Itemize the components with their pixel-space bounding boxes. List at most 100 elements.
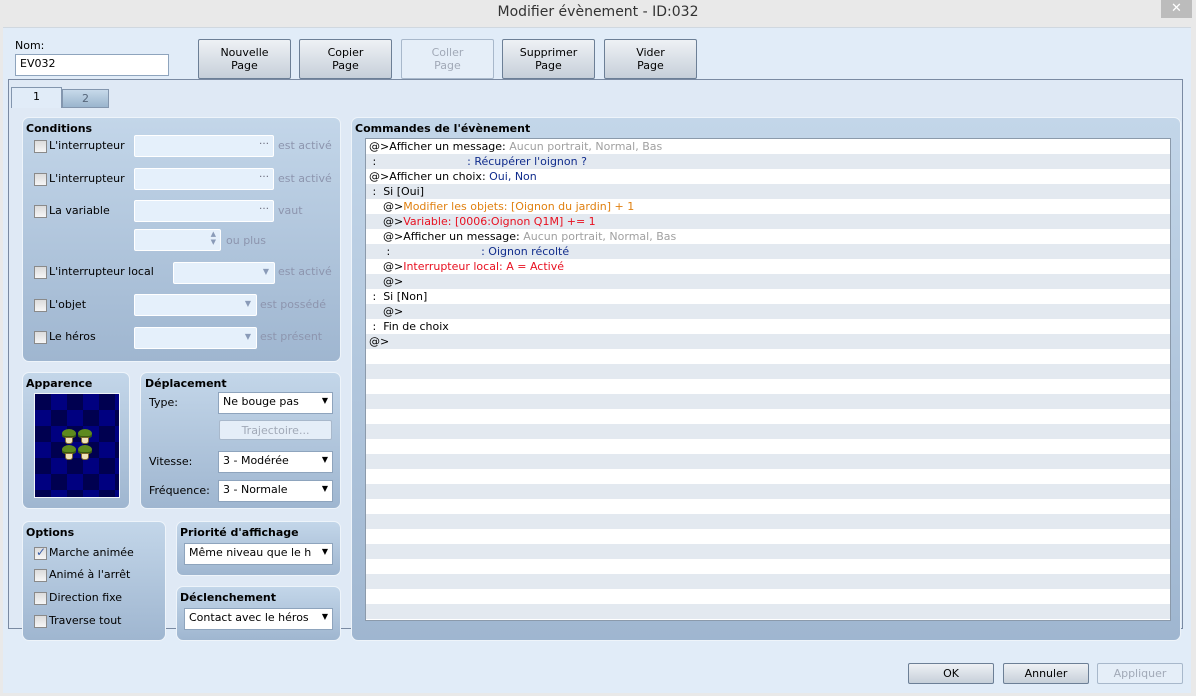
dropdown-arrow-icon: ▼	[262, 267, 269, 276]
self-switch-checkbox[interactable]	[34, 266, 47, 279]
variable-amount-spinner[interactable]: ▲ ▼	[134, 229, 221, 251]
command-segment: @>Afficher un message:	[369, 230, 524, 243]
spin-arrows-icon: ▲ ▼	[210, 230, 216, 246]
appearance-sprite[interactable]	[34, 393, 120, 498]
walking-anim-checkbox[interactable]	[34, 545, 47, 560]
command-segment: @>	[369, 335, 390, 348]
command-segment: : Oignon récolté	[481, 245, 570, 258]
command-row[interactable]: @>Afficher un choix: Oui, Non	[366, 169, 1170, 184]
empty-row[interactable]	[366, 589, 1170, 604]
apply-button[interactable]: Appliquer	[1097, 663, 1183, 684]
trigger-select[interactable]: Contact avec le héros ▼	[184, 608, 333, 630]
switch1-checkbox[interactable]	[34, 140, 47, 153]
delete-page-button[interactable]: Supprimer Page	[502, 39, 595, 79]
command-row[interactable]: @>Variable: [0006:Oignon Q1M] += 1	[366, 214, 1170, 229]
empty-row[interactable]	[366, 424, 1170, 439]
priority-select[interactable]: Même niveau que le h ▼	[184, 543, 333, 565]
empty-row[interactable]	[366, 349, 1170, 364]
item-checkbox[interactable]	[34, 299, 47, 312]
switch2-field[interactable]: …	[134, 168, 274, 190]
command-row[interactable]: @>Afficher un message: Aucun portrait, N…	[366, 139, 1170, 154]
switch2-checkbox[interactable]	[34, 173, 47, 186]
route-button[interactable]: Trajectoire...	[219, 420, 332, 440]
movement-type-value: Ne bouge pas	[223, 395, 299, 408]
actor-checkbox[interactable]	[34, 331, 47, 344]
command-row[interactable]: : Si [Oui]	[366, 184, 1170, 199]
variable-label: La variable	[49, 204, 110, 217]
empty-row[interactable]	[366, 529, 1170, 544]
browse-icon: …	[259, 169, 269, 180]
clear-page-label-2: Page	[637, 59, 664, 72]
command-segment: : Si [Non]	[369, 290, 428, 303]
empty-row[interactable]	[366, 379, 1170, 394]
self-switch-label: L'interrupteur local	[49, 265, 154, 278]
empty-row[interactable]	[366, 484, 1170, 499]
apply-label: Appliquer	[1113, 667, 1167, 680]
dropdown-arrow-icon: ▼	[321, 547, 328, 556]
dropdown-arrow-icon: ▼	[321, 455, 328, 464]
command-segment: : Si [Oui]	[369, 185, 424, 198]
dropdown-arrow-icon: ▼	[321, 612, 328, 621]
empty-row[interactable]	[366, 454, 1170, 469]
name-input[interactable]: EV032	[15, 54, 169, 76]
cancel-button[interactable]: Annuler	[1003, 663, 1089, 684]
empty-row[interactable]	[366, 544, 1170, 559]
command-row[interactable]: @>Afficher un message: Aucun portrait, N…	[366, 229, 1170, 244]
empty-row[interactable]	[366, 604, 1170, 619]
command-segment: @>	[369, 215, 404, 228]
movement-speed-select[interactable]: 3 - Modérée ▼	[218, 451, 333, 473]
tab-page-1[interactable]: 1	[11, 87, 62, 108]
command-segment: Aucun portrait, Normal, Bas	[523, 230, 677, 243]
dropdown-arrow-icon: ▼	[244, 299, 251, 308]
through-checkbox[interactable]	[34, 615, 47, 628]
tab-page-2[interactable]: 2	[62, 89, 109, 108]
commands-title: Commandes de l'évènement	[355, 122, 531, 135]
clear-page-button[interactable]: Vider Page	[604, 39, 697, 79]
copy-page-button[interactable]: Copier Page	[299, 39, 392, 79]
item-select[interactable]: ▼	[134, 294, 257, 316]
command-row[interactable]: @>Modifier les objets: [Oignon du jardin…	[366, 199, 1170, 214]
command-segment: :	[369, 155, 468, 168]
window-title: Modifier évènement - ID:032	[497, 4, 699, 20]
switch1-field[interactable]: …	[134, 135, 274, 157]
actor-select[interactable]: ▼	[134, 327, 257, 349]
command-segment: @>	[369, 260, 404, 273]
new-page-label-2: Page	[231, 59, 258, 72]
command-row[interactable]: : : Récupérer l'oignon ?	[366, 154, 1170, 169]
paste-page-label-2: Page	[434, 59, 461, 72]
close-button[interactable]: ✕	[1161, 0, 1192, 18]
empty-row[interactable]	[366, 574, 1170, 589]
self-switch-select[interactable]: ▼	[173, 262, 275, 284]
appearance-title: Apparence	[26, 377, 93, 390]
variable-checkbox[interactable]	[34, 205, 47, 218]
variable-field[interactable]: …	[134, 200, 274, 222]
ok-button[interactable]: OK	[908, 663, 994, 684]
command-row[interactable]: : : Oignon récolté	[366, 244, 1170, 259]
empty-row[interactable]	[366, 364, 1170, 379]
stepping-anim-label: Animé à l'arrêt	[49, 568, 131, 581]
movement-type-select[interactable]: Ne bouge pas ▼	[218, 392, 333, 414]
empty-row[interactable]	[366, 514, 1170, 529]
empty-row[interactable]	[366, 559, 1170, 574]
direction-fix-checkbox[interactable]	[34, 592, 47, 605]
command-row[interactable]: : Fin de choix	[366, 319, 1170, 334]
movement-title: Déplacement	[145, 377, 227, 390]
movement-freq-select[interactable]: 3 - Normale ▼	[218, 480, 333, 502]
empty-row[interactable]	[366, 394, 1170, 409]
command-row[interactable]: @>	[366, 274, 1170, 289]
new-page-button[interactable]: Nouvelle Page	[198, 39, 291, 79]
command-row[interactable]: @>	[366, 304, 1170, 319]
variable-amount-hint: ou plus	[226, 234, 266, 247]
paste-page-button[interactable]: Coller Page	[401, 39, 494, 79]
empty-row[interactable]	[366, 499, 1170, 514]
command-row[interactable]: @>Interrupteur local: A = Activé	[366, 259, 1170, 274]
command-row[interactable]: @>	[366, 334, 1170, 349]
command-list[interactable]: @>Afficher un message: Aucun portrait, N…	[365, 138, 1171, 621]
command-row[interactable]: : Si [Non]	[366, 289, 1170, 304]
command-segment: @>	[369, 305, 404, 318]
empty-row[interactable]	[366, 409, 1170, 424]
movement-freq-label: Fréquence:	[149, 484, 210, 497]
empty-row[interactable]	[366, 469, 1170, 484]
empty-row[interactable]	[366, 439, 1170, 454]
stepping-anim-checkbox[interactable]	[34, 569, 47, 582]
